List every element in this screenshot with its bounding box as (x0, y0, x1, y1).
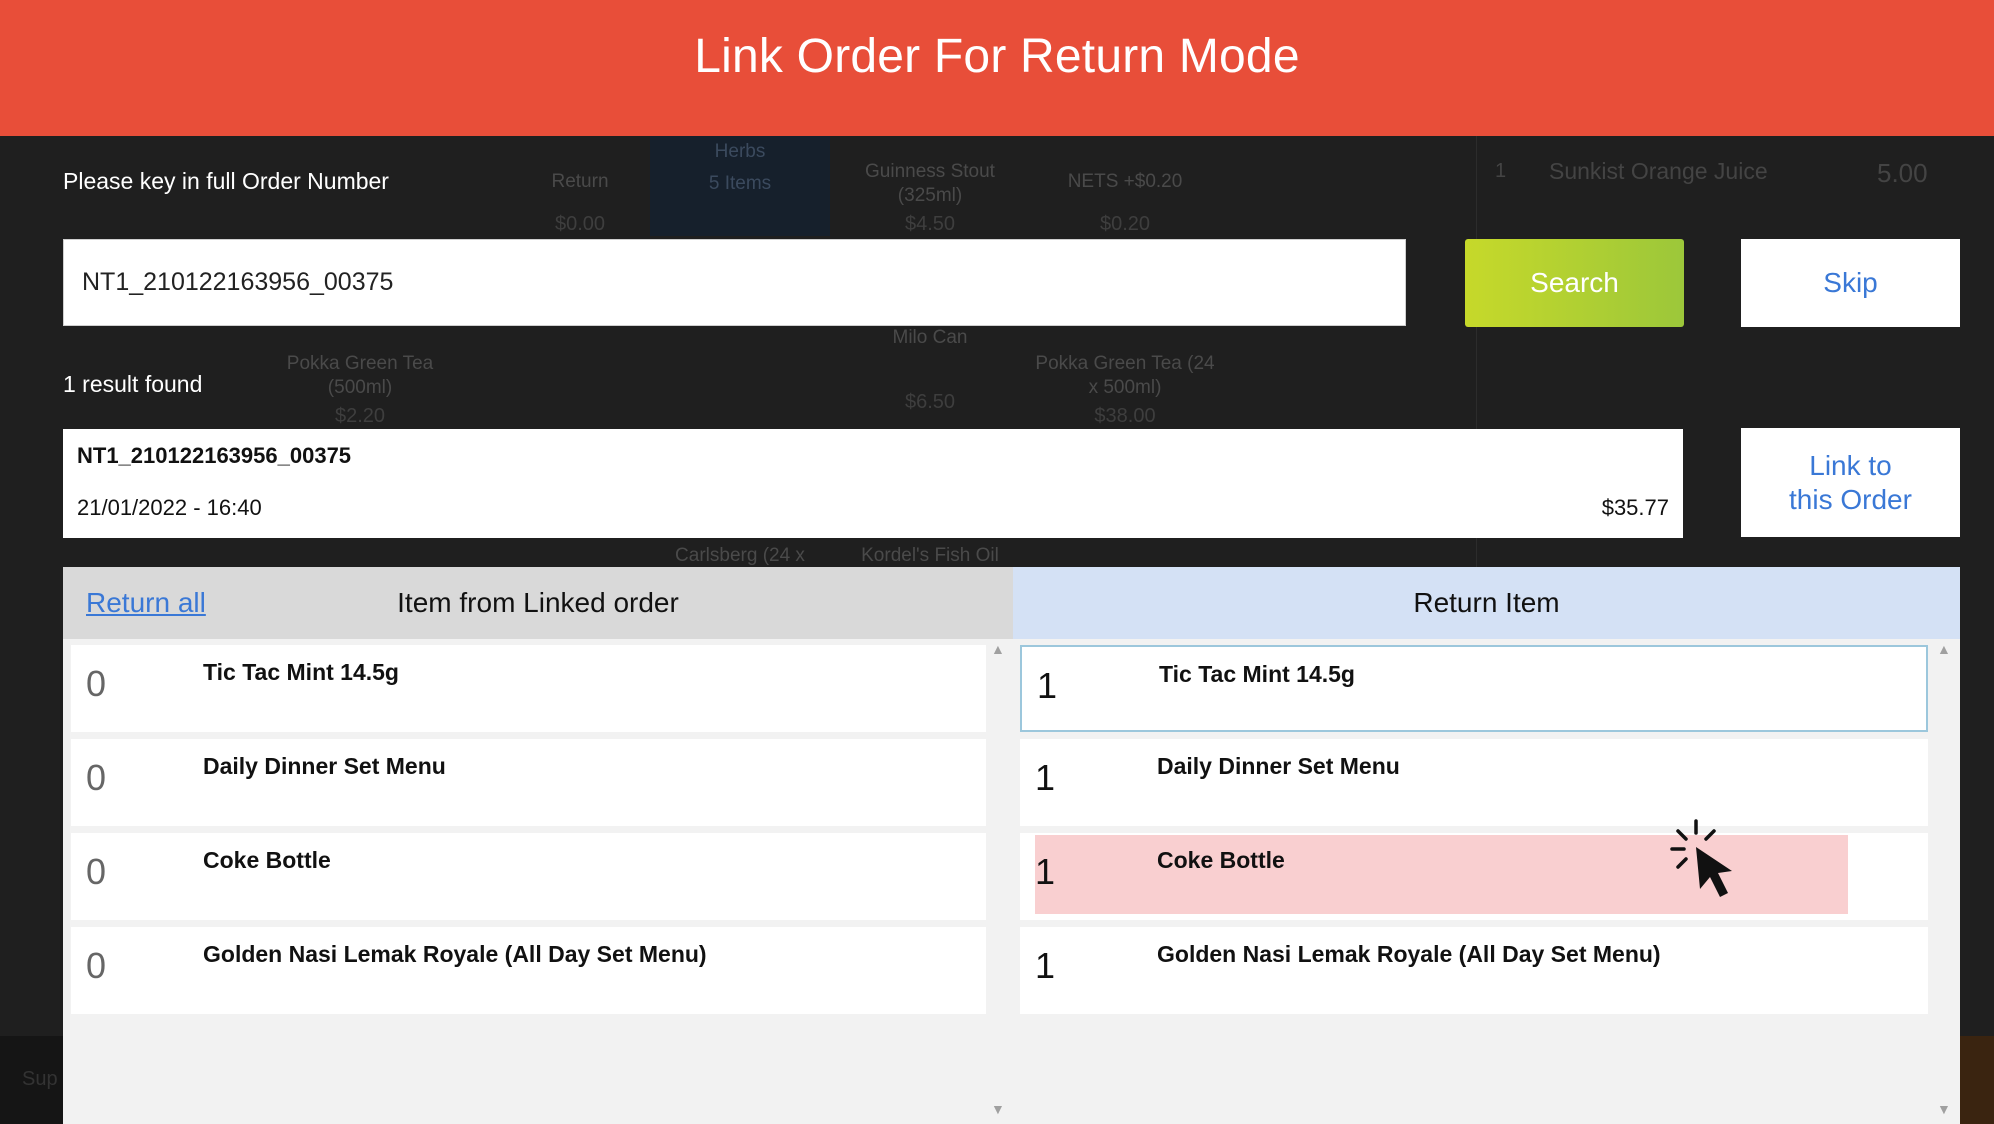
return-item-title: Return Item (1413, 587, 1560, 618)
search-button[interactable]: Search (1465, 239, 1684, 327)
order-number-prompt: Please key in full Order Number (63, 168, 389, 194)
bg-tile: Pokka Green Tea (500ml) $2.20 (286, 353, 434, 427)
linked-item-row[interactable]: 0 Coke Bottle (71, 833, 986, 920)
skip-button[interactable]: Skip (1741, 239, 1960, 327)
bg-tile: Return $0.00 (551, 171, 609, 235)
chevron-down-icon[interactable]: ▼ (1937, 1101, 1951, 1117)
bg-tile: Guinness Stout (325ml) $4.50 (865, 161, 995, 235)
hand-pointer-click-icon (1670, 819, 1732, 897)
item-name: Tic Tac Mint 14.5g (203, 659, 399, 685)
return-item-header: Return Item (1013, 567, 1960, 639)
link-order-label-2: this Order (1789, 483, 1912, 515)
order-datetime: 21/01/2022 - 16:40 (77, 495, 262, 520)
link-order-button[interactable]: Link to this Order (1741, 428, 1960, 537)
linked-item-row[interactable]: 0 Golden Nasi Lemak Royale (All Day Set … (71, 927, 986, 1014)
item-qty: 1 (1035, 851, 1056, 892)
linked-order-header: Return all Item from Linked order (63, 567, 1013, 639)
return-item-row[interactable]: 1 Daily Dinner Set Menu (1020, 739, 1928, 826)
return-item-row[interactable]: 1 Golden Nasi Lemak Royale (All Day Set … (1020, 927, 1928, 1014)
background-bottom-label: Sup (22, 1068, 58, 1090)
item-qty: 1 (1035, 757, 1056, 798)
link-order-label-1: Link to (1809, 449, 1892, 481)
return-all-link[interactable]: Return all (86, 587, 206, 619)
background-accent (1958, 1036, 1994, 1124)
linked-order-title: Item from Linked order (397, 587, 679, 618)
modal-title: Link Order For Return Mode (694, 29, 1300, 83)
return-item-list[interactable]: 1 Tic Tac Mint 14.5g 1 Daily Dinner Set … (1013, 639, 1960, 1124)
item-qty: 0 (86, 663, 107, 704)
item-name: Tic Tac Mint 14.5g (1159, 661, 1355, 687)
linked-item-row[interactable]: 0 Daily Dinner Set Menu (71, 739, 986, 826)
result-count: 1 result found (63, 371, 203, 397)
chevron-up-icon[interactable]: ▲ (1937, 641, 1951, 657)
order-id: NT1_210122163956_00375 (77, 443, 352, 468)
linked-order-list[interactable]: 0 Tic Tac Mint 14.5g 0 Daily Dinner Set … (63, 639, 1013, 1124)
bg-tile: NETS +$0.20 $0.20 (1067, 171, 1183, 235)
bg-tile: Kordel's Fish Oil (861, 545, 999, 566)
item-name: Coke Bottle (203, 847, 331, 873)
bg-tile: Pokka Green Tea (24 x 500ml) $38.00 (1035, 353, 1215, 427)
item-qty: 0 (86, 851, 107, 892)
modal-header: Link Order For Return Mode (0, 0, 1994, 136)
bg-tile: Carlsberg (24 x (675, 545, 805, 566)
item-name: Golden Nasi Lemak Royale (All Day Set Me… (1157, 941, 1661, 967)
item-name: Daily Dinner Set Menu (203, 753, 446, 779)
item-name: Golden Nasi Lemak Royale (All Day Set Me… (203, 941, 707, 967)
item-name: Coke Bottle (1157, 847, 1285, 873)
item-qty: 0 (86, 757, 107, 798)
item-qty: 1 (1037, 665, 1058, 706)
bg-tile: Milo Can $6.50 (892, 327, 968, 413)
chevron-down-icon[interactable]: ▼ (991, 1101, 1005, 1117)
return-item-row[interactable]: 1 Tic Tac Mint 14.5g (1020, 645, 1928, 732)
order-result-card[interactable]: NT1_210122163956_00375 21/01/2022 - 16:4… (63, 429, 1683, 538)
return-item-row[interactable]: 1 Coke Bottle (1020, 833, 1928, 920)
item-qty: 1 (1035, 945, 1056, 986)
order-number-input[interactable] (63, 239, 1406, 326)
chevron-up-icon[interactable]: ▲ (991, 641, 1005, 657)
item-qty: 0 (86, 945, 107, 986)
bg-cart-row: 1 Sunkist Orange Juice 5.00 (1495, 158, 1928, 188)
item-name: Daily Dinner Set Menu (1157, 753, 1400, 779)
linked-item-row[interactable]: 0 Tic Tac Mint 14.5g (71, 645, 986, 732)
order-amount: $35.77 (1601, 495, 1669, 520)
bg-tile-category: Herbs 5 Items (650, 136, 830, 236)
